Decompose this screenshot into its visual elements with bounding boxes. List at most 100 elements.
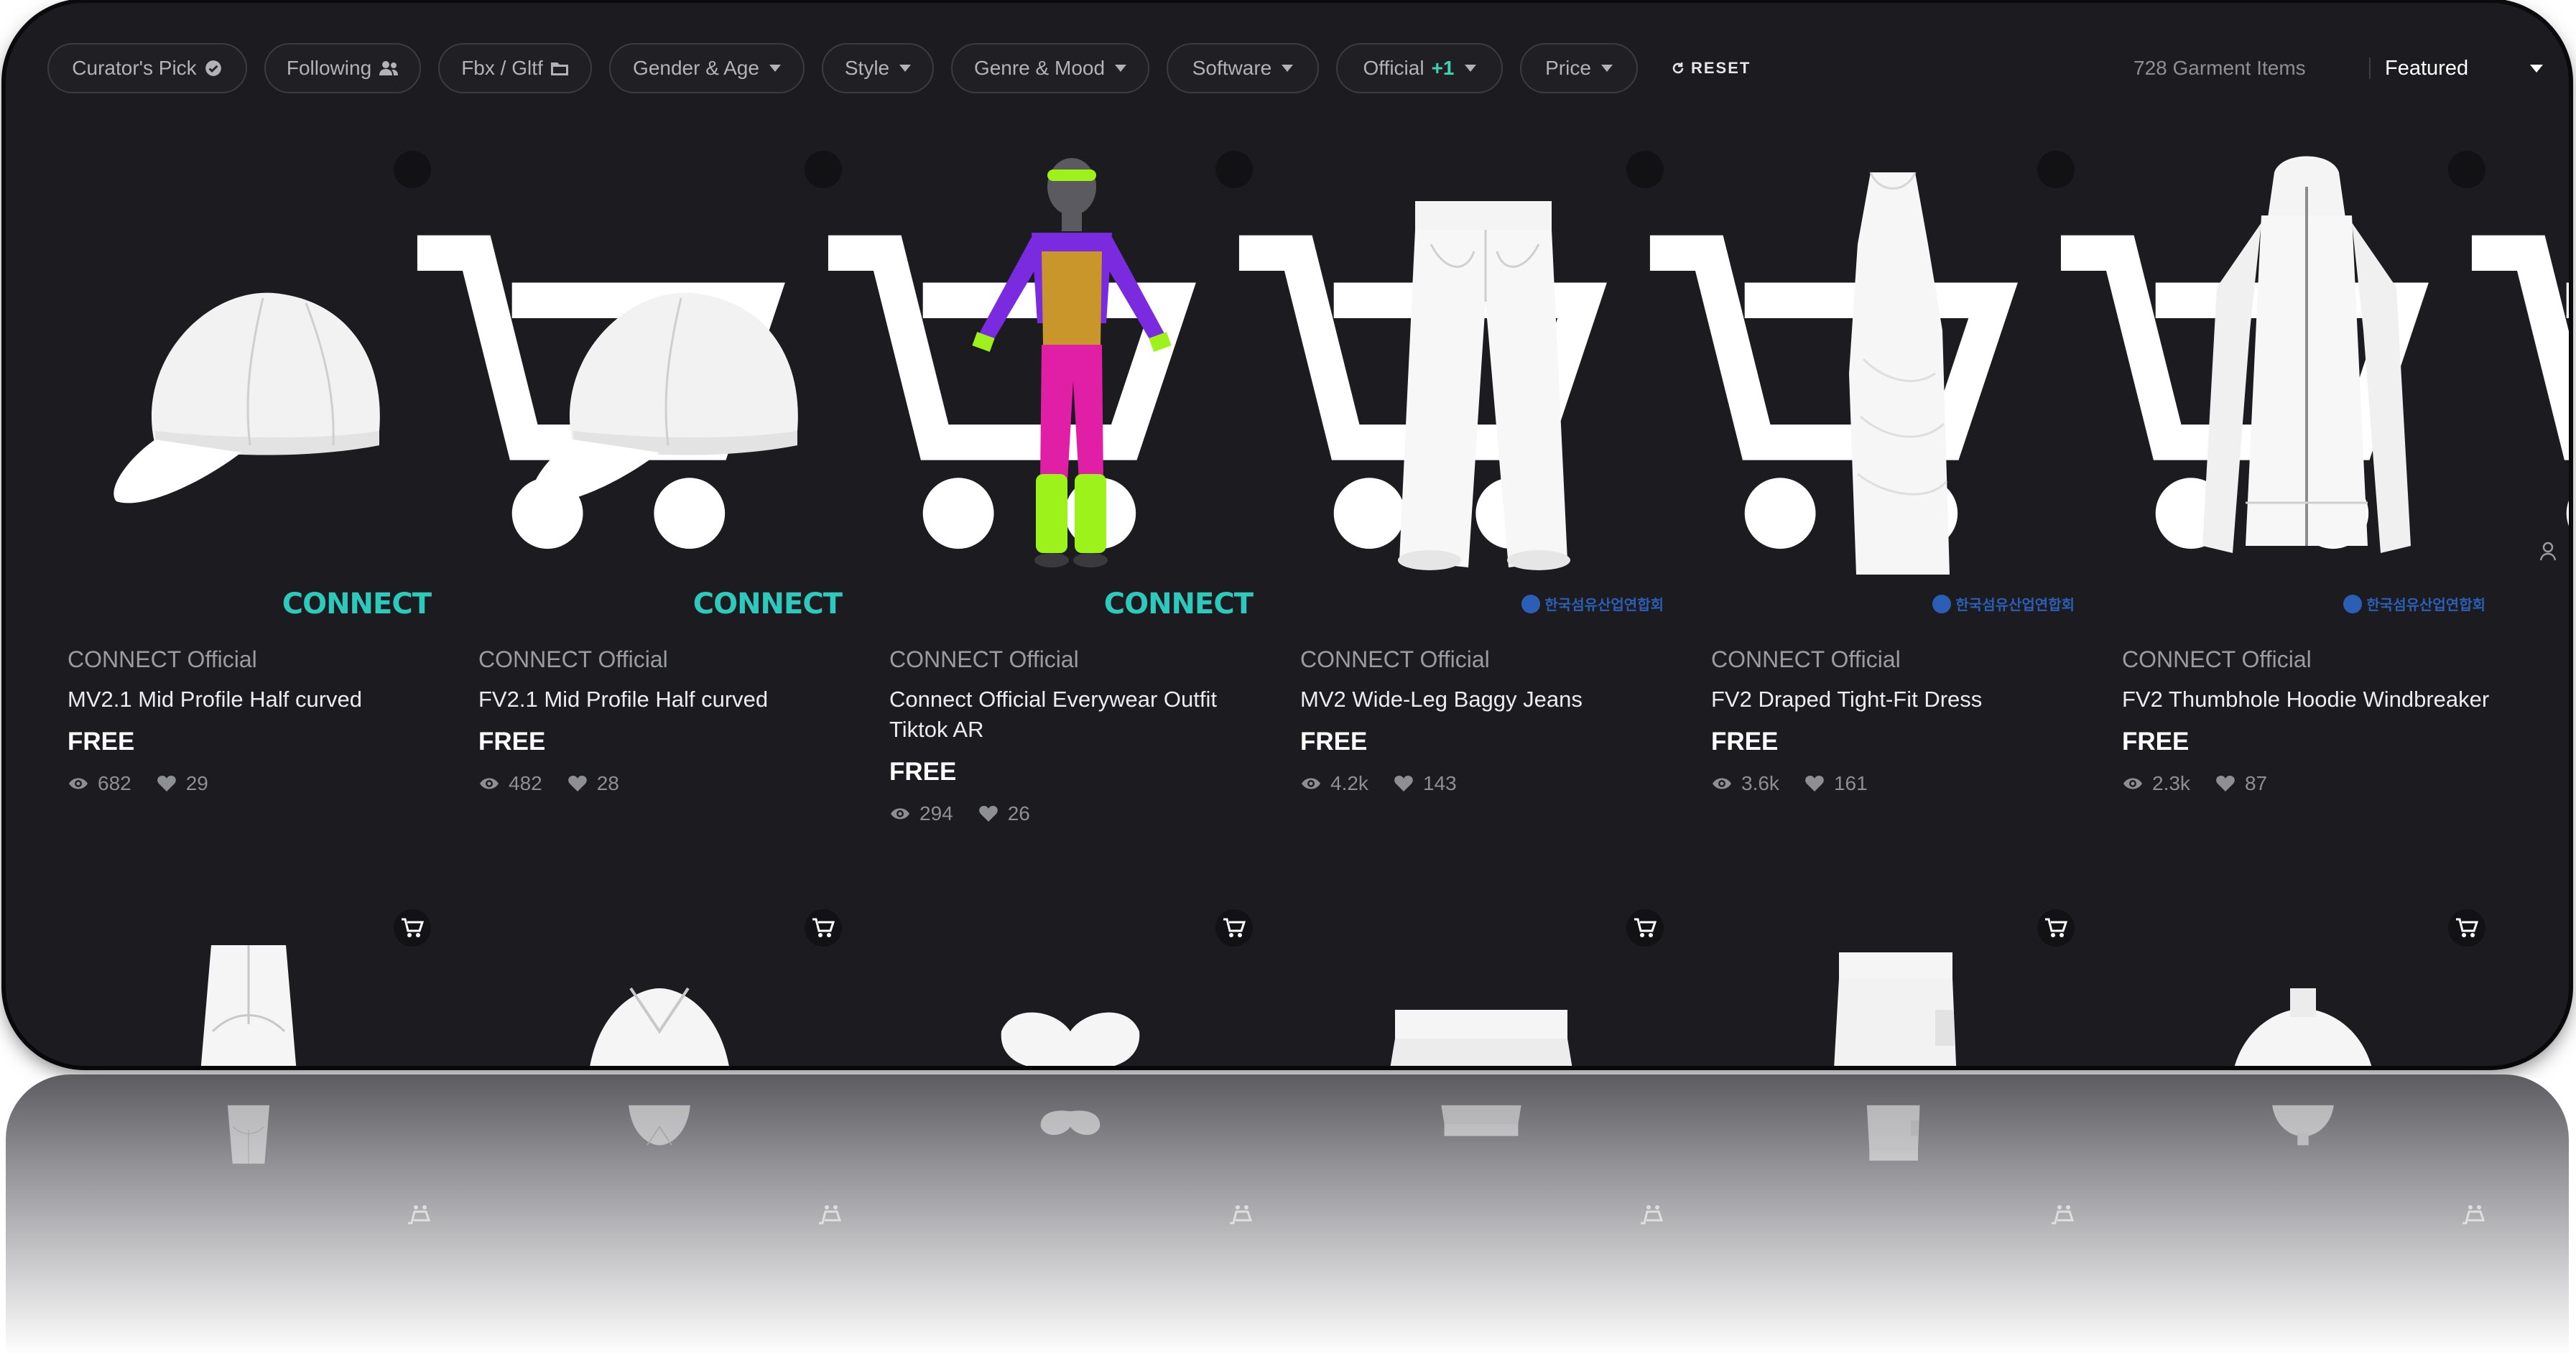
add-to-cart-button[interactable] xyxy=(394,151,785,549)
product-thumbnail[interactable]: CONNECT xyxy=(47,144,785,632)
heart-icon xyxy=(978,806,998,822)
view-count: 294 xyxy=(919,802,953,825)
garment-illustration xyxy=(1849,172,1950,575)
filter-following[interactable]: Following xyxy=(264,43,421,93)
product-meta: CONNECT Official FV2.1 Mid Profile Half … xyxy=(478,646,852,795)
filter-software[interactable]: Software xyxy=(1167,43,1319,93)
product-meta: CONNECT Official MV2 Wide-Leg Baggy Jean… xyxy=(1300,646,1674,795)
product-title[interactable]: FV2 Draped Tight-Fit Dress xyxy=(1711,684,2085,715)
product-seller[interactable]: CONNECT Official xyxy=(1711,646,2085,673)
product-stats: 682 29 xyxy=(68,772,441,795)
panel-reflection xyxy=(6,1074,2569,1356)
product-meta: CONNECT Official MV2.1 Mid Profile Half … xyxy=(68,646,441,795)
eye-icon xyxy=(1302,778,1320,789)
like-count: 143 xyxy=(1422,772,1457,794)
product-seller[interactable]: CONNECT Official xyxy=(1300,646,1674,673)
brand-emblem-icon xyxy=(1932,594,1952,613)
product-title[interactable]: FV2 Thumbhole Hoodie Windbreaker xyxy=(2122,684,2496,715)
eye-icon xyxy=(480,778,499,789)
product-price: FREE xyxy=(1711,728,1779,756)
product-stats: 2.3k 87 xyxy=(2122,772,2496,795)
view-count: 482 xyxy=(509,772,542,794)
product-seller[interactable]: CONNECT Official xyxy=(478,646,852,673)
product-thumbnail[interactable]: CONNECT xyxy=(869,144,1607,632)
like-count: 87 xyxy=(2244,772,2268,794)
users-icon xyxy=(379,61,399,75)
view-count: 4.2k xyxy=(1330,772,1368,794)
check-badge-icon xyxy=(205,60,221,76)
folder-icon xyxy=(550,62,568,75)
filter-label: Software xyxy=(1192,57,1272,79)
garment-illustration xyxy=(200,945,297,1066)
toolbar-divider xyxy=(2369,57,2371,79)
refresh-icon xyxy=(1672,62,1684,74)
chevron-down-icon[interactable] xyxy=(2530,65,2543,73)
view-count: 2.3k xyxy=(2152,772,2190,794)
filter-count-badge: +1 xyxy=(1431,57,1455,79)
garment-illustration xyxy=(1390,1010,1572,1066)
reflection-cart-icon xyxy=(817,1204,842,1228)
add-to-cart-button[interactable] xyxy=(1215,151,1607,549)
brand-logo: 한국섬유산업연합회 xyxy=(2343,593,2485,614)
chevron-down-icon xyxy=(1115,65,1127,72)
brand-logo: 한국섬유산업연합회 xyxy=(1932,593,2075,614)
like-count: 161 xyxy=(1833,772,1868,794)
reflection-garment xyxy=(984,1082,1157,1197)
filter-curators-pick[interactable]: Curator's Pick xyxy=(47,43,247,93)
reflection-cart-icon xyxy=(1228,1204,1253,1228)
product-seller[interactable]: CONNECT Official xyxy=(889,646,1263,673)
reset-label: RESET xyxy=(1691,59,1751,77)
sort-select[interactable]: Featured xyxy=(2385,43,2468,93)
filter-official[interactable]: Official +1 xyxy=(1336,43,1503,93)
reflection-garment xyxy=(1395,1082,1567,1197)
add-to-cart-button[interactable] xyxy=(1626,151,2018,549)
product-seller[interactable]: CONNECT Official xyxy=(2122,646,2496,673)
product-title[interactable]: MV2.1 Mid Profile Half curved xyxy=(68,684,441,715)
filter-label: Price xyxy=(1545,57,1591,79)
product-stats: 294 26 xyxy=(889,802,1263,825)
add-to-cart-button[interactable] xyxy=(2448,151,2569,526)
product-thumbnail[interactable]: 한국섬유산업연합회 xyxy=(2102,144,2569,632)
product-thumbnail[interactable]: CONNECT xyxy=(458,144,1196,632)
view-count: 3.6k xyxy=(1741,772,1779,794)
product-thumbnail[interactable]: 한국섬유산업연합회 xyxy=(1280,144,2018,632)
chevron-down-icon xyxy=(899,65,912,72)
add-to-cart-button[interactable] xyxy=(805,151,1196,549)
brand-logo: CONNECT xyxy=(692,588,843,621)
filter-label: Genre & Mood xyxy=(973,57,1106,79)
heart-icon xyxy=(1805,776,1824,791)
product-stats: 4.2k 143 xyxy=(1300,772,1674,795)
brand-emblem-icon xyxy=(1521,594,1541,613)
product-title[interactable]: MV2 Wide-Leg Baggy Jeans xyxy=(1300,684,1674,715)
garment-illustration xyxy=(1001,1012,1140,1066)
brand-logo: CONNECT xyxy=(1103,588,1254,621)
product-seller[interactable]: CONNECT Official xyxy=(68,646,441,673)
brand-logo: CONNECT xyxy=(282,588,432,621)
product-title[interactable]: Connect Official Everywear Outfit Tiktok… xyxy=(889,684,1263,745)
garment-illustration xyxy=(1834,952,1957,1066)
filter-style[interactable]: Style xyxy=(822,43,934,93)
product-price: FREE xyxy=(478,728,546,756)
product-meta: CONNECT Official Connect Official Everyw… xyxy=(889,646,1263,825)
filter-gender-age[interactable]: Gender & Age xyxy=(609,43,805,93)
filter-toolbar: Curator's Pick Following Fbx / Gltf Gend… xyxy=(47,43,2543,96)
user-location-icon[interactable] xyxy=(2536,539,2560,563)
product-title[interactable]: FV2.1 Mid Profile Half curved xyxy=(478,684,852,715)
add-to-cart-button[interactable] xyxy=(2037,151,2429,549)
garment-illustration xyxy=(2202,156,2411,553)
chevron-down-icon xyxy=(1464,65,1476,72)
reset-button[interactable]: RESET xyxy=(1671,43,1751,93)
eye-icon xyxy=(2123,778,2142,789)
garment-illustration xyxy=(113,292,380,503)
reflection-garment xyxy=(162,1082,335,1197)
filter-fbx-gltf[interactable]: Fbx / Gltf xyxy=(438,43,592,93)
brand-logo: 한국섬유산업연합회 xyxy=(1521,593,1664,614)
filter-genre-mood[interactable]: Genre & Mood xyxy=(951,43,1149,93)
filter-label: Fbx / Gltf xyxy=(461,57,543,79)
heart-icon xyxy=(567,776,587,791)
reflection-cart-icon xyxy=(1639,1204,1664,1228)
heart-icon xyxy=(1394,776,1413,791)
filter-label: Gender & Age xyxy=(633,57,759,79)
filter-price[interactable]: Price xyxy=(1520,43,1638,93)
product-thumbnail[interactable]: 한국섬유산업연합회 xyxy=(1691,144,2429,632)
